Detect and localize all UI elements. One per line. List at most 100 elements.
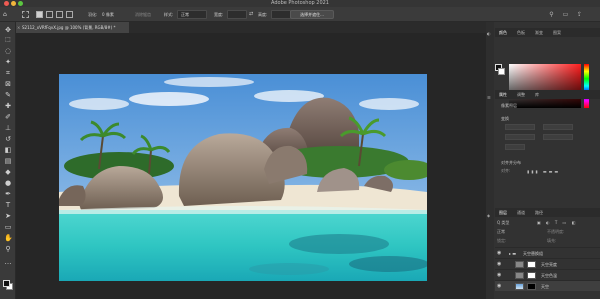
right-panels: 颜色 色板 渐变 图案 属性 调整 库 像素图层 变换 对齐并分布 对齐: ▮▮… xyxy=(486,22,600,299)
options-bar: ⌂ 羽化: 0 像素 消除锯齿 样式: 正常 宽度: ⇄ 高度: 选择并遮住..… xyxy=(0,7,600,22)
search-icon[interactable]: ⚲ xyxy=(548,11,555,18)
color-panel-background[interactable] xyxy=(498,68,505,75)
pixel-layer-label: 像素图层 xyxy=(501,103,517,108)
document-tab[interactable]: × S2112_xVRfFqvX.jpg @ 100% (背景, RGB/8#)… xyxy=(16,22,129,33)
share-icon[interactable]: ⇪ xyxy=(576,11,583,18)
style-label: 样式: xyxy=(164,12,174,17)
rect-marquee-tool-icon[interactable]: ⬚ xyxy=(4,36,12,44)
style-select[interactable]: 正常 xyxy=(177,10,207,19)
transform-y-field[interactable] xyxy=(543,134,573,140)
layer-filter-icons[interactable]: ▣ ◐ T ▭ ◧ xyxy=(537,219,577,226)
align-sub-label: 对齐: xyxy=(501,168,511,173)
tab-swatches[interactable]: 色板 xyxy=(517,28,525,37)
intersect-selection-icon[interactable] xyxy=(66,11,73,18)
close-tab-icon[interactable]: × xyxy=(17,22,20,33)
tab-libraries[interactable]: 库 xyxy=(535,90,539,99)
properties-panel-icon[interactable]: ☰ xyxy=(487,94,491,101)
visibility-eye-icon[interactable]: ◉ xyxy=(497,250,501,256)
visibility-eye-icon[interactable]: ◉ xyxy=(497,272,501,278)
crop-tool-icon[interactable]: ⌗ xyxy=(4,69,12,77)
transform-height-field[interactable] xyxy=(543,124,573,130)
canvas-area[interactable] xyxy=(16,33,486,299)
properties-panel-tabs: 属性 调整 库 xyxy=(495,90,600,99)
tab-paths[interactable]: 路径 xyxy=(535,208,543,217)
pen-tool-icon[interactable]: ✒ xyxy=(4,190,12,198)
type-tool-icon[interactable]: T xyxy=(4,201,12,209)
move-tool-icon[interactable]: ✥ xyxy=(4,26,12,34)
layer-group-row[interactable]: ◉ ▸ ▬ 天空替换组 xyxy=(495,247,600,258)
transform-x-field[interactable] xyxy=(505,134,535,140)
feather-value[interactable]: 0 像素 xyxy=(102,11,114,18)
layer-row-selected[interactable]: ◉ 天空 xyxy=(495,280,600,291)
new-selection-icon[interactable] xyxy=(36,11,43,18)
tab-gradients[interactable]: 渐变 xyxy=(535,28,543,37)
tab-properties[interactable]: 属性 xyxy=(499,90,507,99)
swap-icon[interactable]: ⇄ xyxy=(249,11,253,18)
visibility-eye-icon[interactable]: ◉ xyxy=(497,283,501,289)
transform-angle-field[interactable] xyxy=(505,144,525,150)
transform-section-label[interactable]: 变换 xyxy=(501,116,509,122)
beach-photo-canvas[interactable] xyxy=(59,74,427,281)
layer-row[interactable]: ◉ 天空色温 xyxy=(495,269,600,280)
layer-filter-search[interactable]: Q 类型 xyxy=(497,219,509,226)
document-tab-title: S2112_xVRfFqvX.jpg @ 100% (背景, RGB/8#) * xyxy=(22,25,116,30)
beach-photo-image xyxy=(59,74,427,281)
tab-channels[interactable]: 通道 xyxy=(517,208,525,217)
path-selection-tool-icon[interactable]: ➤ xyxy=(4,212,12,220)
history-brush-tool-icon[interactable]: ↺ xyxy=(4,135,12,143)
add-selection-icon[interactable] xyxy=(46,11,53,18)
width-input[interactable] xyxy=(227,10,247,19)
height-input[interactable] xyxy=(271,10,291,19)
gradient-tool-icon[interactable]: ▤ xyxy=(4,157,12,165)
subtract-selection-icon[interactable] xyxy=(56,11,63,18)
workspace-icon[interactable]: ▭ xyxy=(562,11,569,18)
align-buttons-icon[interactable]: ▮▮▮ ▬▬▬ xyxy=(527,168,560,175)
home-icon[interactable]: ⌂ xyxy=(3,11,7,18)
color-picker-field[interactable] xyxy=(509,64,581,108)
hue-slider[interactable] xyxy=(584,64,589,108)
visibility-eye-icon[interactable]: ◉ xyxy=(497,261,501,267)
lasso-tool-icon[interactable]: ◌ xyxy=(4,47,12,55)
color-panel-icon[interactable]: ◐ xyxy=(487,30,491,37)
foreground-color-swatch[interactable] xyxy=(3,280,10,287)
brush-tool-icon[interactable]: ✐ xyxy=(4,113,12,121)
tools-panel: ✥ ⬚ ◌ ✦ ⌗ ⊠ ✎ ✚ ✐ ⊥ ↺ ◧ ▤ ◆ ● ✒ T ➤ ▭ ✋ … xyxy=(0,22,16,299)
dodge-tool-icon[interactable]: ● xyxy=(4,179,12,187)
more-tools-icon[interactable]: … xyxy=(4,258,12,266)
fill-label: 填充: xyxy=(547,238,557,243)
healing-brush-tool-icon[interactable]: ✚ xyxy=(4,102,12,110)
rectangle-tool-icon[interactable]: ▭ xyxy=(4,223,12,231)
layers-panel-tabs: 图层 通道 路径 xyxy=(495,208,600,217)
tab-adjustments[interactable]: 调整 xyxy=(517,90,525,99)
hand-tool-icon[interactable]: ✋ xyxy=(4,234,13,242)
height-label: 高度: xyxy=(258,12,268,17)
adjustment-thumbnail xyxy=(515,261,524,268)
eraser-tool-icon[interactable]: ◧ xyxy=(4,146,12,154)
layer-name: 天空 xyxy=(541,284,549,289)
frame-tool-icon[interactable]: ⊠ xyxy=(4,80,12,88)
layers-panel-icon[interactable]: ◈ xyxy=(487,212,490,219)
eyedropper-tool-icon[interactable]: ✎ xyxy=(4,91,12,99)
zoom-tool-icon[interactable]: ⚲ xyxy=(4,245,12,253)
tab-layers[interactable]: 图层 xyxy=(499,208,507,217)
align-distribute-label[interactable]: 对齐并分布 xyxy=(501,160,521,166)
antialias-checkbox[interactable]: 消除锯齿 xyxy=(135,11,151,18)
layer-row[interactable]: ◉ 天空亮度 xyxy=(495,258,600,269)
window-title: Adobe Photoshop 2021 xyxy=(271,0,329,6)
title-bar: Adobe Photoshop 2021 xyxy=(0,0,600,7)
mask-thumbnail xyxy=(527,272,536,279)
blur-tool-icon[interactable]: ◆ xyxy=(4,168,12,176)
document-tab-bar: × S2112_xVRfFqvX.jpg @ 100% (背景, RGB/8#)… xyxy=(16,22,486,33)
tab-color[interactable]: 颜色 xyxy=(499,28,507,37)
clone-stamp-tool-icon[interactable]: ⊥ xyxy=(4,124,12,132)
marquee-tool-icon[interactable] xyxy=(22,11,29,18)
transform-width-field[interactable] xyxy=(505,124,535,130)
blend-mode-select[interactable]: 正常 xyxy=(497,228,505,235)
opacity-label: 不透明度: xyxy=(547,229,565,234)
tab-patterns[interactable]: 图案 xyxy=(553,28,561,37)
magic-wand-tool-icon[interactable]: ✦ xyxy=(4,58,12,66)
select-and-mask-button[interactable]: 选择并遮住... xyxy=(290,10,334,19)
adjustment-thumbnail xyxy=(515,272,524,279)
sky-thumbnail xyxy=(515,283,524,290)
width-label: 宽度: xyxy=(214,12,224,17)
